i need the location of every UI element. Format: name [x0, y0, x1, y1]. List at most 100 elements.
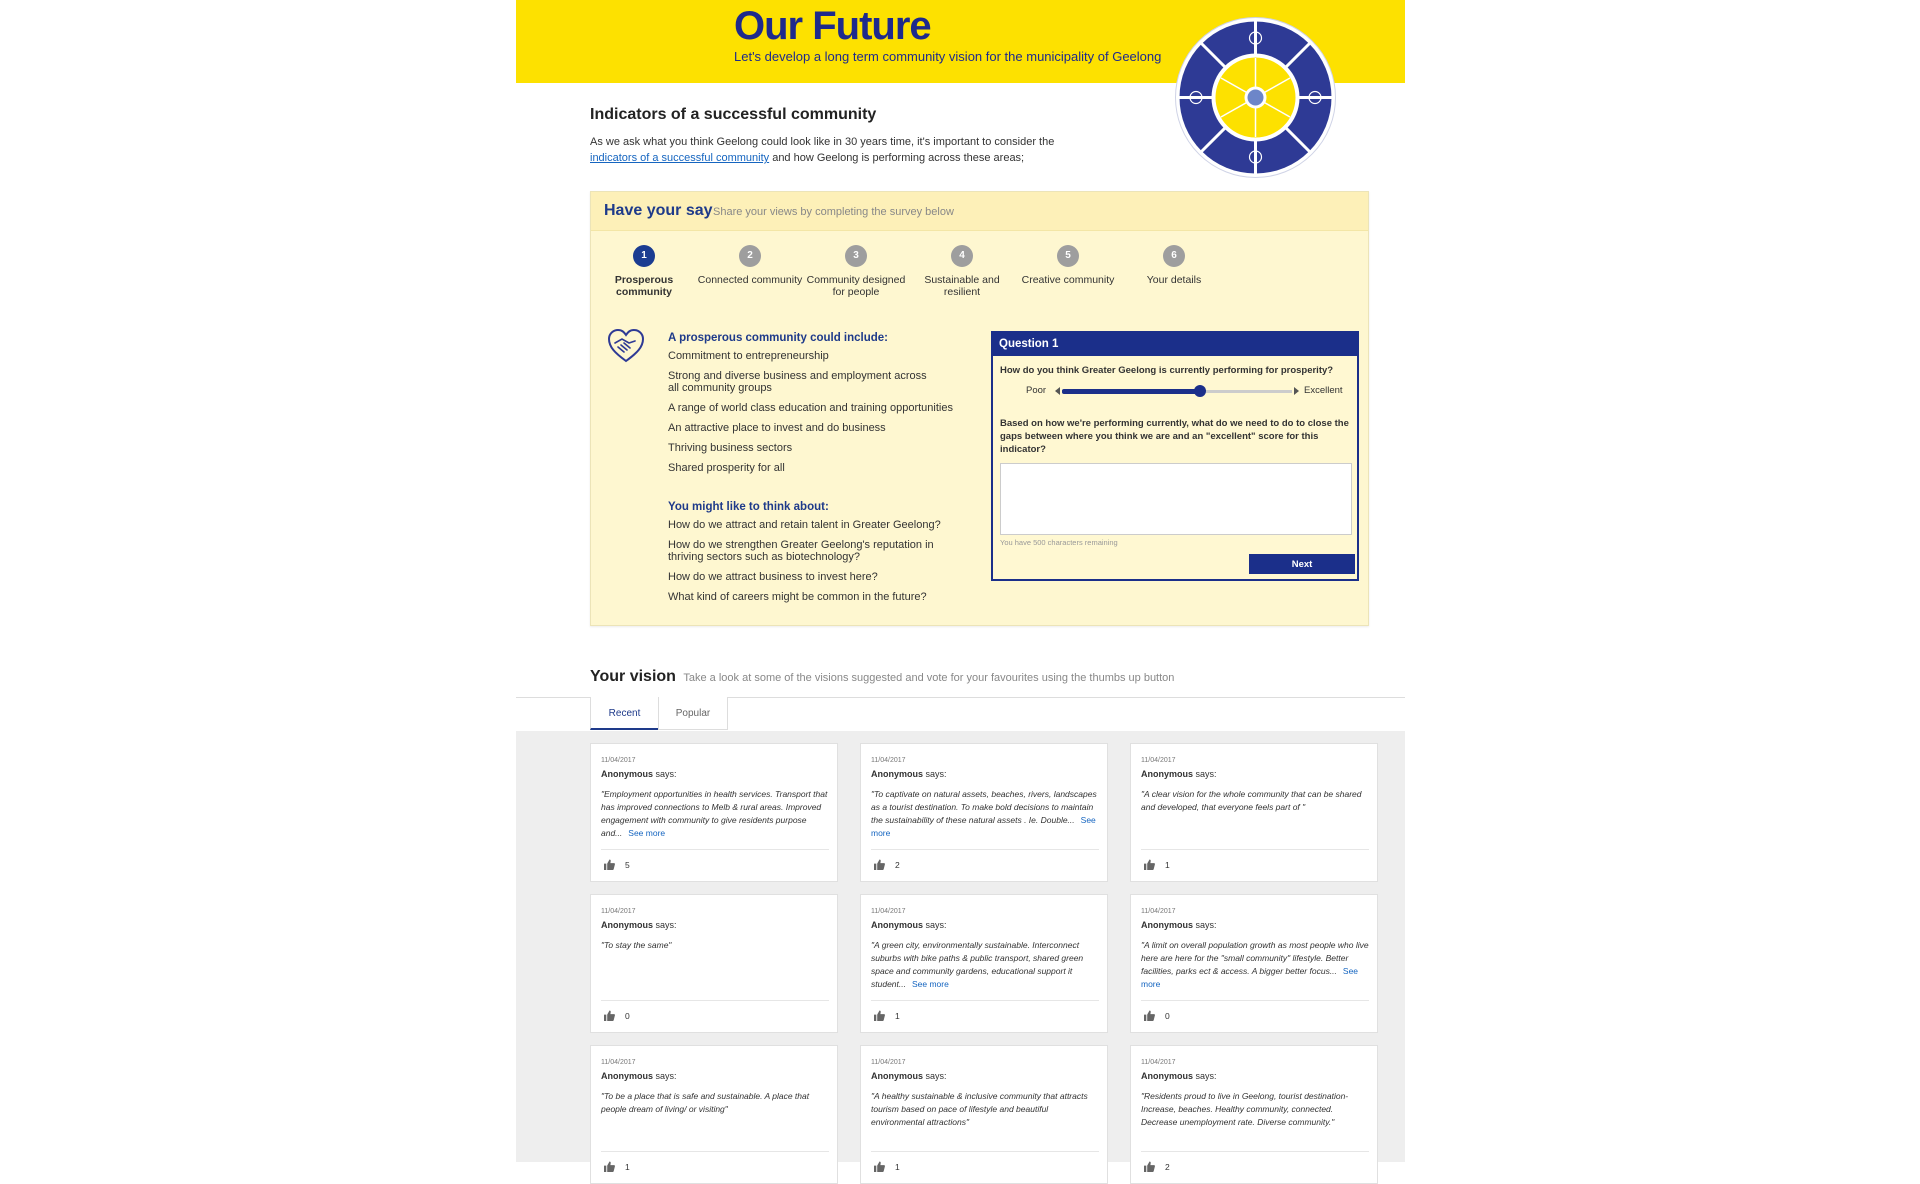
author-name: Anonymous [601, 1071, 654, 1081]
think-heading: You might like to think about: [668, 501, 829, 513]
thumbs-up-icon[interactable] [874, 1010, 885, 1021]
card-text: "To stay the same" [601, 939, 829, 952]
card-divider [601, 1151, 829, 1152]
next-button[interactable]: Next [1249, 554, 1355, 574]
your-vision-heading: Your vision [590, 668, 676, 685]
card-date: 11/04/2017 [871, 1059, 906, 1066]
card-divider [1141, 1151, 1369, 1152]
card-author: Anonymous says: [601, 1071, 677, 1081]
community-wheel-logo [1175, 17, 1336, 178]
like-count: 0 [625, 1011, 630, 1021]
list-item: How do we strengthen Greater Geelong's r… [668, 539, 934, 563]
like-count: 1 [895, 1011, 900, 1021]
question-title: Question 1 [993, 333, 1357, 356]
card-text: "A limit on overall population growth as… [1141, 939, 1369, 991]
step-number[interactable]: 4 [951, 245, 973, 267]
think-about: You might like to think about: How do we… [668, 501, 968, 611]
says-label: says: [655, 1071, 677, 1081]
performance-slider[interactable]: Poor Excellent [1000, 383, 1356, 399]
thumbs-up-icon[interactable] [604, 859, 615, 870]
vision-quote: "To be a place that is safe and sustaina… [601, 1091, 810, 1114]
list-item: Strong and diverse business and employme… [668, 370, 927, 394]
card-text: "To captivate on natural assets, beaches… [871, 788, 1099, 840]
slider-thumb[interactable] [1194, 385, 1206, 397]
list-item: How do we attract and retain talent in G… [668, 519, 941, 531]
handshake-icon [607, 328, 645, 363]
card-date: 11/04/2017 [1141, 908, 1176, 915]
page: Our Future Let's develop a long term com… [516, 0, 1405, 1184]
author-name: Anonymous [1141, 920, 1194, 930]
card-author: Anonymous says: [871, 769, 947, 779]
list-item: A range of world class education and tra… [668, 402, 953, 414]
step-number[interactable]: 1 [633, 245, 655, 267]
like-count: 5 [625, 860, 630, 870]
says-label: says: [655, 769, 677, 779]
thumbs-up-icon[interactable] [1144, 1161, 1155, 1172]
vision-quote: "Residents proud to live in Geelong, tou… [1141, 1091, 1349, 1127]
step-number[interactable]: 3 [845, 245, 867, 267]
step-label: Prosperous community [614, 274, 674, 298]
like-count: 0 [1165, 1011, 1170, 1021]
list-item: How do we attract business to invest her… [668, 571, 878, 583]
step-number[interactable]: 2 [739, 245, 761, 267]
says-label: says: [655, 920, 677, 930]
author-name: Anonymous [871, 1071, 924, 1081]
author-name: Anonymous [871, 920, 924, 930]
card-divider [601, 849, 829, 850]
arrow-left-icon[interactable] [1055, 387, 1060, 395]
question-box: Question 1 How do you think Greater Geel… [991, 331, 1359, 581]
see-more-link[interactable]: See more [912, 979, 949, 989]
list-item: Shared prosperity for all [668, 462, 785, 474]
indicators-link[interactable]: indicators of a successful community [590, 152, 769, 164]
vision-quote: "A healthy sustainable & inclusive commu… [871, 1091, 1088, 1127]
says-label: says: [1195, 1071, 1217, 1081]
card-date: 11/04/2017 [1141, 757, 1176, 764]
says-label: says: [925, 1071, 947, 1081]
card-divider [1141, 849, 1369, 850]
characters-remaining: You have 500 characters remaining [1000, 538, 1118, 547]
like-count: 2 [895, 860, 900, 870]
vision-cards-area: 11/04/2017 Anonymous says: "Employment opp… [516, 731, 1405, 1184]
thumbs-up-icon[interactable] [874, 1161, 885, 1172]
thumbs-up-icon[interactable] [1144, 859, 1155, 870]
page-subtitle: Let's develop a long term community visi… [734, 49, 1162, 64]
vision-card: 11/04/2017 Anonymous says: "Employment opp… [590, 743, 838, 882]
see-more-link[interactable]: See more [628, 828, 665, 838]
slider-fill [1062, 389, 1200, 394]
tab-recent[interactable]: Recent [590, 697, 659, 730]
card-date: 11/04/2017 [601, 908, 636, 915]
arrow-right-icon[interactable] [1294, 387, 1299, 395]
answer-textarea[interactable] [1000, 463, 1352, 535]
vision-card: 11/04/2017 Anonymous says: "A green city, … [860, 894, 1108, 1033]
like-count: 1 [1165, 860, 1170, 870]
thumbs-up-icon[interactable] [874, 859, 885, 870]
page-title: Our Future [734, 4, 932, 48]
vision-card: 11/04/2017 Anonymous says: "A clear vision… [1130, 743, 1378, 882]
vision-card: 11/04/2017 Anonymous says: "To captivate o… [860, 743, 1108, 882]
card-text: "Residents proud to live in Geelong, tou… [1141, 1090, 1369, 1129]
step-your-details[interactable]: 6 Your details [1109, 245, 1239, 286]
list-item: Commitment to entrepreneurship [668, 350, 829, 362]
card-text: "A healthy sustainable & inclusive commu… [871, 1090, 1099, 1129]
vision-quote: "To captivate on natural assets, beaches… [871, 789, 1097, 825]
tab-popular[interactable]: Popular [658, 697, 728, 730]
step-number[interactable]: 6 [1163, 245, 1185, 267]
survey-subtitle: Share your views by completing the surve… [713, 206, 954, 218]
card-author: Anonymous says: [601, 920, 677, 930]
says-label: says: [1195, 769, 1217, 779]
card-divider [871, 1151, 1099, 1152]
says-label: says: [925, 920, 947, 930]
vision-card: 11/04/2017 Anonymous says: "To stay the sa… [590, 894, 838, 1033]
indicators-intro: As we ask what you think Geelong could l… [590, 134, 1110, 166]
step-number[interactable]: 5 [1057, 245, 1079, 267]
thumbs-up-icon[interactable] [604, 1161, 615, 1172]
like-count: 1 [625, 1162, 630, 1172]
your-vision-header: Your vision Take a look at some of the v… [590, 668, 1174, 686]
thumbs-up-icon[interactable] [604, 1010, 615, 1021]
card-text: "A clear vision for the whole community … [1141, 788, 1369, 814]
thumbs-up-icon[interactable] [1144, 1010, 1155, 1021]
vision-quote: "To stay the same" [601, 940, 672, 950]
card-text: "A green city, environmentally sustainab… [871, 939, 1099, 991]
includes-heading: A prosperous community could include: [668, 332, 889, 344]
followup-question: Based on how we're performing currently,… [1000, 418, 1349, 455]
